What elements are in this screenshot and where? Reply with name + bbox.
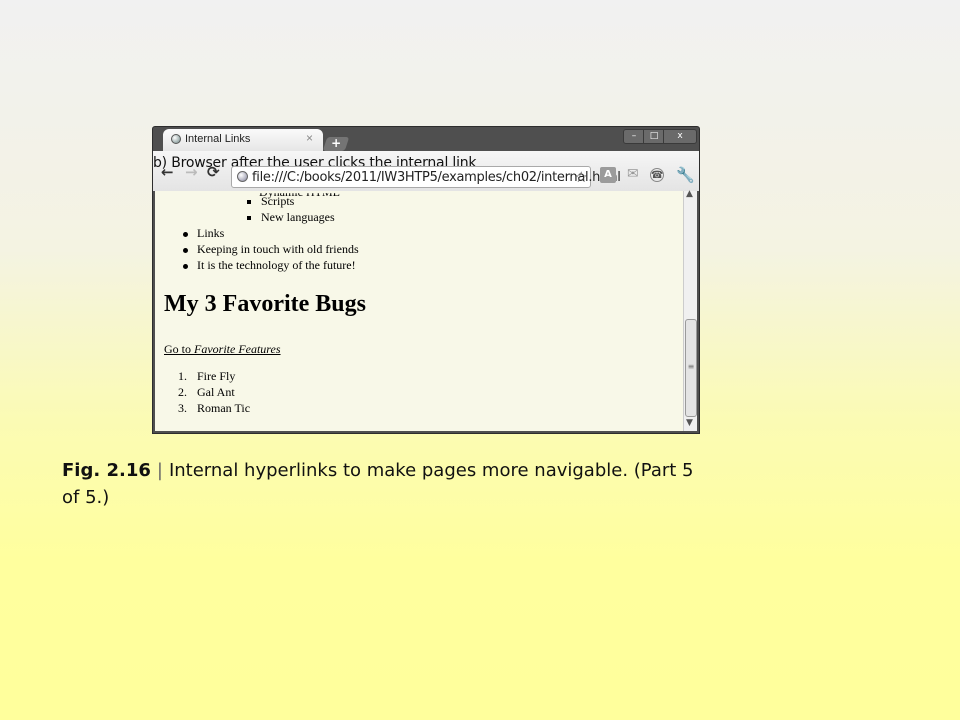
tab-close-icon[interactable]: × bbox=[306, 131, 313, 145]
list-item: It is the technology of the future! bbox=[197, 258, 356, 272]
tab-internal-links[interactable]: Internal Links × bbox=[163, 129, 323, 151]
forward-arrow-icon[interactable]: → bbox=[185, 163, 198, 181]
disc-bullet bbox=[183, 248, 188, 253]
goto-prefix: Go to bbox=[164, 342, 191, 356]
scrollbar-thumb[interactable]: ≡ bbox=[685, 319, 697, 417]
ordered-item-number: 2. bbox=[178, 385, 187, 399]
extension-icon[interactable]: ☎ bbox=[650, 168, 664, 182]
ordered-item: Gal Ant bbox=[197, 385, 235, 399]
address-url[interactable]: file:///C:/books/2011/IW3HTP5/examples/c… bbox=[252, 170, 621, 185]
square-bullet bbox=[247, 216, 251, 220]
minimize-button[interactable]: – bbox=[623, 129, 645, 144]
maximize-button[interactable]: □ bbox=[643, 129, 665, 144]
ordered-item-number: 1. bbox=[178, 369, 187, 383]
scroll-grip-icon: ≡ bbox=[687, 362, 695, 371]
square-bullet bbox=[247, 200, 251, 204]
browser-window: Internal Links × + – □ x b) Browser afte… bbox=[152, 126, 700, 434]
browser-toolbar: b) Browser after the user clicks the int… bbox=[153, 151, 699, 191]
vertical-scrollbar[interactable]: ▲ ≡ ▼ bbox=[683, 189, 697, 431]
caption-separator: | bbox=[156, 460, 163, 481]
close-window-button[interactable]: x bbox=[663, 129, 697, 144]
scroll-up-arrow-icon[interactable]: ▲ bbox=[686, 189, 693, 199]
list-item: Links bbox=[197, 226, 225, 240]
list-item: New languages bbox=[261, 210, 335, 224]
ordered-item: Fire Fly bbox=[197, 369, 236, 383]
page-icon bbox=[237, 171, 248, 182]
figure-caption: Fig. 2.16 | Internal hyperlinks to make pa… bbox=[62, 457, 702, 511]
list-item: Scripts bbox=[261, 194, 295, 208]
ordered-item-number: 3. bbox=[178, 401, 187, 415]
disc-bullet bbox=[183, 264, 188, 269]
translate-icon[interactable]: A bbox=[600, 167, 616, 183]
list-item: Keeping in touch with old friends bbox=[197, 242, 359, 256]
page-globe-icon bbox=[171, 134, 181, 144]
goto-favorite-features-link[interactable]: Go to Favorite Features bbox=[164, 342, 281, 357]
page-content: Dynamic HTML Scripts New languages Links… bbox=[155, 191, 683, 431]
scroll-down-arrow-icon[interactable]: ▼ bbox=[686, 418, 693, 428]
disc-bullet bbox=[183, 232, 188, 237]
back-arrow-icon[interactable]: ← bbox=[161, 163, 174, 181]
mail-icon[interactable]: ✉ bbox=[627, 166, 639, 182]
bookmark-star-icon[interactable]: ☆ bbox=[575, 168, 588, 186]
wrench-icon[interactable]: 🔧 bbox=[676, 166, 695, 184]
figure-label: Fig. 2.16 bbox=[62, 460, 151, 481]
page-heading: My 3 Favorite Bugs bbox=[164, 291, 366, 317]
plus-icon: + bbox=[331, 136, 342, 150]
address-bar[interactable]: file:///C:/books/2011/IW3HTP5/examples/c… bbox=[231, 166, 621, 188]
new-tab-button[interactable]: + bbox=[322, 136, 350, 151]
tab-title: Internal Links bbox=[185, 133, 251, 145]
goto-link-text[interactable]: Favorite Features bbox=[194, 342, 281, 356]
ordered-item: Roman Tic bbox=[197, 401, 251, 415]
reload-icon[interactable]: ⟳ bbox=[207, 163, 220, 181]
